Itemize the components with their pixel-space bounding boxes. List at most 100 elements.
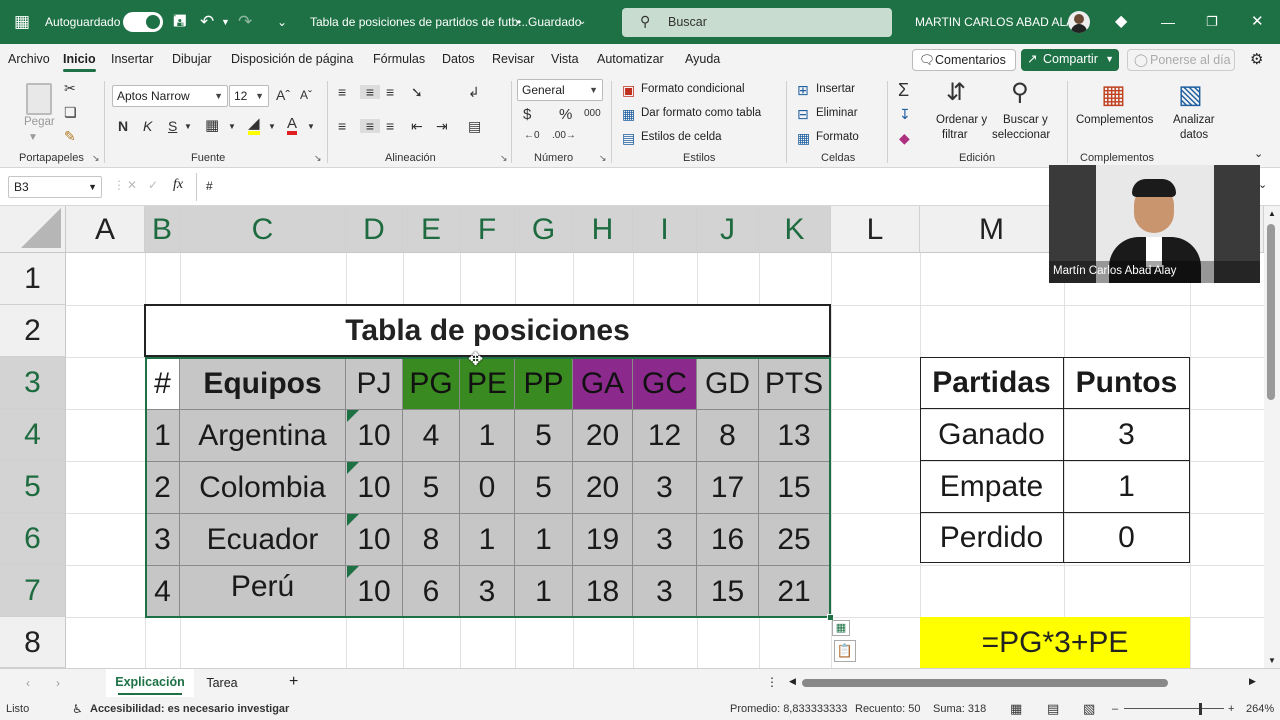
chevron-down-icon[interactable]: ⌄: [578, 0, 586, 44]
cell-pe[interactable]: 3: [460, 566, 515, 618]
clear-icon[interactable]: ◆: [899, 131, 910, 145]
col-header-f[interactable]: F: [460, 206, 515, 253]
avatar[interactable]: [1068, 11, 1090, 33]
menu-archivo[interactable]: Archivo: [8, 44, 50, 75]
format-painter-icon[interactable]: ✎: [64, 129, 76, 143]
header-cell-pp[interactable]: PP: [515, 358, 573, 410]
col-header-h[interactable]: H: [573, 206, 633, 253]
points-value-ganado[interactable]: 3: [1064, 409, 1190, 461]
error-indicator-icon[interactable]: [347, 462, 359, 474]
paste-label[interactable]: Pegar: [24, 116, 55, 128]
cell-gd[interactable]: 16: [697, 514, 759, 566]
dialog-launcher-icon[interactable]: ↘: [599, 153, 607, 164]
row-header-6[interactable]: 6: [0, 513, 66, 565]
vertical-scroll-thumb[interactable]: [1267, 224, 1275, 400]
find-select-label-1[interactable]: Buscar y: [1003, 114, 1048, 126]
confirm-icon[interactable]: ✓: [148, 178, 158, 192]
menu-dibujar[interactable]: Dibujar: [172, 44, 212, 75]
cell-pts[interactable]: 25: [759, 514, 830, 566]
copy-icon[interactable]: ❏: [64, 105, 77, 119]
cell-pe[interactable]: 0: [460, 462, 515, 514]
menu-datos[interactable]: Datos: [442, 44, 475, 75]
cell-ga[interactable]: 19: [573, 514, 633, 566]
conditional-format-button[interactable]: Formato condicional: [641, 83, 745, 95]
undo-dropdown-icon[interactable]: ▼: [221, 0, 230, 44]
decrease-indent-icon[interactable]: ⇤: [411, 119, 423, 133]
align-top-icon[interactable]: ≡: [338, 85, 346, 99]
align-bottom-icon[interactable]: ≡: [386, 85, 394, 99]
zoom-slider-thumb[interactable]: [1199, 703, 1202, 715]
row-header-4[interactable]: 4: [0, 409, 66, 461]
row-header-8[interactable]: 8: [0, 617, 66, 668]
catchup-button[interactable]: ◯ Ponerse al día: [1127, 49, 1235, 71]
menu-insertar[interactable]: Insertar: [111, 44, 153, 75]
underline-dropdown-icon[interactable]: ▼: [184, 123, 192, 131]
page-break-icon[interactable]: ▧: [1083, 698, 1095, 720]
cell-pg[interactable]: 6: [403, 566, 460, 618]
document-title[interactable]: Tabla de posiciones de partidos de futb.…: [310, 0, 528, 44]
cell-rank[interactable]: 2: [146, 462, 180, 514]
bold-button[interactable]: N: [118, 119, 128, 133]
scroll-up-icon[interactable]: ▲: [1268, 209, 1276, 218]
points-value-perdido[interactable]: 0: [1064, 513, 1190, 563]
cell-pg[interactable]: 4: [403, 410, 460, 462]
cell-gd[interactable]: 17: [697, 462, 759, 514]
dialog-launcher-icon[interactable]: ↘: [500, 153, 508, 164]
find-icon[interactable]: ⚲: [1011, 81, 1029, 105]
cell-team[interactable]: Perú: [180, 566, 346, 618]
cell-pe[interactable]: 1: [460, 514, 515, 566]
cell-gc[interactable]: 12: [633, 410, 697, 462]
paste-options-icon[interactable]: 📋: [834, 640, 856, 662]
points-value-empate[interactable]: 1: [1064, 461, 1190, 513]
menu-disposicion[interactable]: Disposición de página: [231, 44, 353, 75]
number-format-select[interactable]: General ▼: [517, 79, 603, 101]
header-cell-gc[interactable]: GC: [633, 358, 697, 410]
merge-center-icon[interactable]: ▤: [468, 119, 481, 133]
cell-pts[interactable]: 21: [759, 566, 830, 618]
cell-pts[interactable]: 13: [759, 410, 830, 462]
col-header-d[interactable]: D: [346, 206, 403, 253]
scroll-left-icon[interactable]: ◀: [789, 676, 796, 687]
zoom-level[interactable]: 264%: [1246, 698, 1274, 720]
conditional-format-icon[interactable]: ▣: [622, 83, 635, 97]
minimize-icon[interactable]: —: [1161, 0, 1175, 44]
wrap-text-icon[interactable]: ↲: [468, 85, 480, 99]
cell-team[interactable]: Ecuador: [180, 514, 346, 566]
dialog-launcher-icon[interactable]: ↘: [314, 153, 322, 164]
status-sum[interactable]: Suma: 318: [933, 698, 986, 720]
select-all-corner[interactable]: [0, 206, 66, 253]
comments-button[interactable]: 🗨 Comentarios: [912, 49, 1016, 71]
sheet-tab-explicacion[interactable]: Explicación: [106, 669, 194, 697]
menu-vista[interactable]: Vista: [551, 44, 579, 75]
error-indicator-icon[interactable]: [347, 514, 359, 526]
underline-button[interactable]: S: [168, 119, 177, 133]
cell-team[interactable]: Colombia: [180, 462, 346, 514]
increase-indent-icon[interactable]: ⇥: [436, 119, 448, 133]
col-header-b[interactable]: B: [145, 206, 180, 253]
cell-pp[interactable]: 5: [515, 462, 573, 514]
scroll-down-icon[interactable]: ▼: [1268, 656, 1276, 665]
addins-button[interactable]: Complementos: [1076, 114, 1153, 126]
insert-button[interactable]: Insertar: [816, 83, 855, 95]
dialog-launcher-icon[interactable]: ↘: [92, 153, 100, 164]
scroll-right-icon[interactable]: ▶: [1249, 676, 1256, 687]
points-result-empate[interactable]: Empate: [920, 461, 1064, 513]
font-name-select[interactable]: Aptos Narrow ▼: [112, 85, 228, 107]
sheet-tab-tarea[interactable]: Tarea: [196, 669, 248, 697]
italic-button[interactable]: K: [143, 119, 152, 133]
align-middle-icon[interactable]: ≡: [360, 85, 380, 99]
cell-gd[interactable]: 15: [697, 566, 759, 618]
delete-button[interactable]: Eliminar: [816, 107, 858, 119]
status-count[interactable]: Recuento: 50: [855, 698, 920, 720]
chevron-down-icon[interactable]: ▼: [88, 177, 97, 197]
sort-filter-icon[interactable]: ⇵: [946, 81, 966, 105]
page-layout-icon[interactable]: ▤: [1047, 698, 1059, 720]
cell-pp[interactable]: 5: [515, 410, 573, 462]
align-center-icon[interactable]: ≡: [360, 119, 380, 133]
header-cell-pg[interactable]: PG: [403, 358, 460, 410]
delete-cells-icon[interactable]: ⊟: [797, 107, 809, 121]
cell-rank[interactable]: 4: [146, 566, 180, 618]
redo-icon[interactable]: ↷: [238, 0, 252, 44]
prev-sheet-icon[interactable]: ‹: [26, 676, 30, 690]
row-header-2[interactable]: 2: [0, 305, 66, 357]
